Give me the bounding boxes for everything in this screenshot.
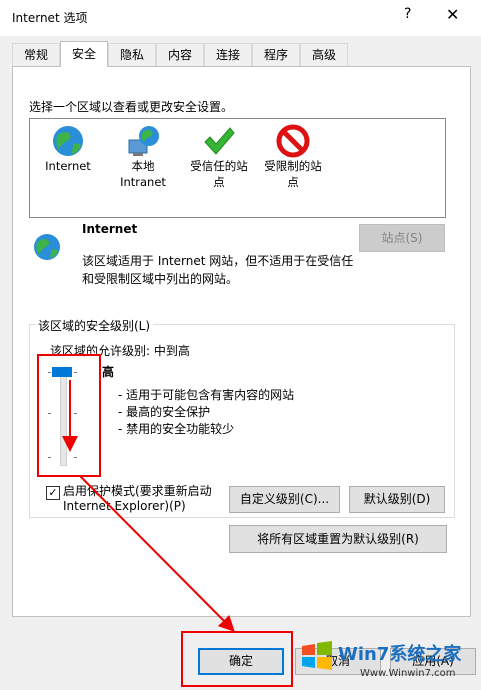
zone-trusted-label: 受信任的站 点 xyxy=(190,159,248,189)
tab-privacy[interactable]: 隐私 xyxy=(108,43,156,66)
zone-trusted[interactable]: 受信任的站 点 xyxy=(186,124,252,190)
tab-content[interactable]: 内容 xyxy=(156,43,204,66)
zone-intranet-label: 本地 Intranet xyxy=(120,159,166,189)
protected-mode-checkbox[interactable]: ✓ xyxy=(46,486,60,500)
help-icon[interactable]: ? xyxy=(404,6,411,22)
level-bullet-1: - 适用于可能包含有害内容的网站 xyxy=(118,388,295,402)
close-icon[interactable]: ✕ xyxy=(446,5,459,24)
zone-internet[interactable]: Internet xyxy=(40,124,96,174)
default-level-button[interactable]: 默认级别(D) xyxy=(349,486,445,513)
level-bullet-3: - 禁用的安全功能较少 xyxy=(118,422,235,436)
security-level-title: 该区域的安全级别(L) xyxy=(35,317,154,334)
zone-internet-label: Internet xyxy=(45,159,91,173)
protected-mode-label-line1: 启用保护模式(要求重新启动 xyxy=(63,484,212,498)
window-title: Internet 选项 xyxy=(12,11,88,25)
intro-text: 选择一个区域以查看或更改安全设置。 xyxy=(29,100,234,114)
globe-icon xyxy=(53,126,83,156)
watermark-url: Www.Winwin7.com xyxy=(360,668,456,679)
tab-connections[interactable]: 连接 xyxy=(204,43,252,66)
zone-description-line2: 和受限制区域中列出的网站。 xyxy=(82,272,239,286)
zone-restricted[interactable]: 受限制的站 点 xyxy=(260,124,326,190)
zone-name: Internet xyxy=(82,222,138,236)
ok-highlight-box xyxy=(181,631,293,687)
slider-highlight-box xyxy=(37,354,101,477)
tab-programs[interactable]: 程序 xyxy=(252,43,300,66)
zone-description-line1: 该区域适用于 Internet 网站，但不适用于在受信任 xyxy=(82,254,354,268)
tab-security[interactable]: 安全 xyxy=(60,41,108,67)
level-name: 高 xyxy=(102,365,115,379)
globe-icon xyxy=(34,234,60,260)
restricted-icon xyxy=(276,124,310,158)
watermark: Win7系统之家 Www.Winwin7.com xyxy=(300,636,481,690)
protected-mode-label-line2: Internet Explorer)(P) xyxy=(63,499,186,513)
windows-logo-icon xyxy=(302,641,332,670)
check-icon xyxy=(204,127,235,155)
level-bullet-2: - 最高的安全保护 xyxy=(118,405,211,419)
zone-intranet[interactable]: 本地 Intranet xyxy=(112,124,174,190)
intranet-icon xyxy=(128,126,159,156)
custom-level-button[interactable]: 自定义级别(C)... xyxy=(229,486,340,513)
watermark-brand: Win7系统之家 xyxy=(338,644,462,665)
sites-button[interactable]: 站点(S) xyxy=(359,224,445,252)
title-bar: Internet 选项 ? ✕ xyxy=(0,0,481,36)
zone-restricted-label: 受限制的站 点 xyxy=(264,159,322,189)
tab-advanced[interactable]: 高级 xyxy=(300,43,348,66)
tab-general[interactable]: 常规 xyxy=(12,43,60,66)
reset-all-zones-button[interactable]: 将所有区域重置为默认级别(R) xyxy=(229,525,447,553)
